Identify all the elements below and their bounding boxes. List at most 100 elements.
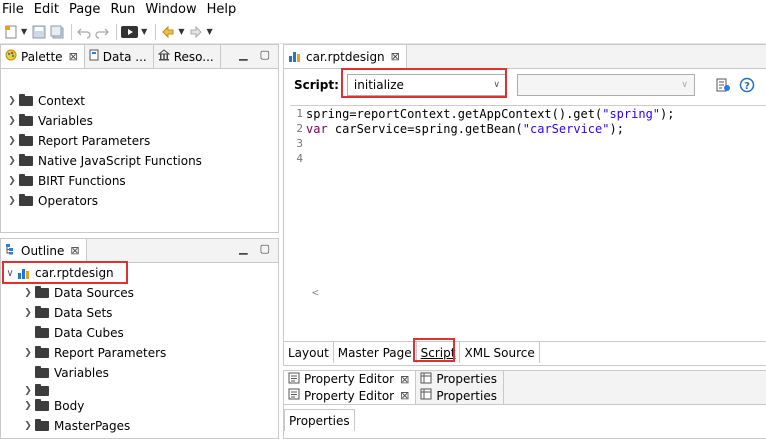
- new-icon[interactable]: [3, 23, 19, 41]
- maximize-icon[interactable]: ▢: [260, 48, 270, 61]
- close-icon[interactable]: ⊠: [400, 373, 409, 386]
- outline-item-data-sources[interactable]: ❯ Data Sources: [1, 283, 278, 303]
- editor-panel: car.rptdesign ⊠ Script: initialize ∨ ∨ ?: [283, 44, 766, 366]
- palette-window-controls: ▁ ▢: [239, 48, 270, 61]
- tab-property-editor[interactable]: Property Editor ⊠: [284, 387, 417, 404]
- tab-properties[interactable]: Properties: [416, 371, 504, 388]
- code-text: spring=reportContext.getAppContext().get…: [306, 106, 603, 121]
- folder-icon: [19, 94, 33, 106]
- outline-item-variables[interactable]: Variables: [1, 363, 278, 383]
- outline-item-partially-hidden: ❯: [1, 383, 278, 396]
- tab-data-explorer[interactable]: Data ...: [85, 45, 154, 68]
- minimize-icon[interactable]: ▁: [239, 48, 247, 61]
- chevron-right-icon[interactable]: ❯: [21, 401, 35, 411]
- properties-icon: [420, 388, 432, 403]
- chevron-right-icon[interactable]: ❯: [21, 308, 35, 318]
- editor-bottom-tabs: Layout Master Page Script XML Source: [284, 341, 766, 363]
- tab-property-editor-label: Property Editor: [304, 372, 395, 387]
- tab-resource-explorer[interactable]: Reso...: [154, 45, 221, 68]
- tab-editor-file[interactable]: car.rptdesign ⊠: [284, 45, 407, 68]
- menu-file[interactable]: File: [0, 0, 29, 20]
- undo-icon[interactable]: [76, 23, 92, 41]
- menu-help[interactable]: Help: [202, 0, 242, 20]
- minimize-icon[interactable]: ▁: [239, 242, 247, 255]
- palette-item-context[interactable]: ❯ Context: [5, 91, 278, 111]
- outline-item-data-cubes[interactable]: Data Cubes: [1, 323, 278, 343]
- chevron-right-icon[interactable]: ❯: [21, 348, 35, 358]
- outline-item-report-parameters[interactable]: ❯ Report Parameters: [1, 343, 278, 363]
- palette-item-native-js-functions[interactable]: ❯ Native JavaScript Functions: [5, 151, 278, 171]
- outline-item-label: Data Sets: [54, 306, 113, 320]
- folder-icon: [35, 346, 49, 358]
- save-icon[interactable]: [31, 23, 47, 41]
- chevron-right-icon[interactable]: ❯: [21, 421, 35, 431]
- close-icon[interactable]: ⊠: [70, 244, 79, 257]
- palette-item-variables[interactable]: ❯ Variables: [5, 111, 278, 131]
- line-number: 3: [296, 137, 303, 150]
- script-code-editor[interactable]: 1 spring=reportContext.getAppContext().g…: [290, 105, 766, 311]
- redo-icon[interactable]: [94, 23, 110, 41]
- palette-item-label: Context: [38, 94, 86, 108]
- outline-item-label: Data Sources: [54, 286, 134, 300]
- tab-master-page[interactable]: Master Page: [334, 342, 417, 363]
- palette-item-birt-functions[interactable]: ❯ BIRT Functions: [5, 171, 278, 191]
- tab-xml-source[interactable]: XML Source: [460, 342, 540, 363]
- dropdown-arrow-icon[interactable]: ▼: [21, 27, 27, 36]
- script-function-icon[interactable]: [715, 77, 731, 93]
- close-icon[interactable]: ⊠: [69, 50, 78, 63]
- outline-item-masterpages[interactable]: ❯ MasterPages: [1, 416, 278, 436]
- run-icon[interactable]: [121, 23, 139, 41]
- forward-icon[interactable]: [188, 23, 204, 41]
- code-text: carService=spring.getBean(: [327, 121, 523, 136]
- tab-properties-label: Properties: [436, 372, 497, 387]
- chevron-right-icon[interactable]: ❯: [5, 176, 19, 186]
- chevron-right-icon[interactable]: ❯: [5, 196, 19, 206]
- subtab-properties[interactable]: Properties: [284, 409, 355, 431]
- tab-property-editor[interactable]: Property Editor ⊠: [284, 371, 417, 388]
- outline-item-label: Report Parameters: [54, 346, 167, 360]
- palette-item-operators[interactable]: ❯ Operators: [5, 191, 278, 211]
- tab-script[interactable]: Script: [416, 342, 461, 363]
- resource-explorer-icon: [157, 49, 171, 64]
- palette-item-report-parameters[interactable]: ❯ Report Parameters: [5, 131, 278, 151]
- help-icon[interactable]: ?: [739, 77, 755, 93]
- chevron-right-icon[interactable]: ❯: [21, 288, 35, 298]
- menu-run[interactable]: Run: [105, 0, 140, 20]
- outline-root[interactable]: ∨ car.rptdesign: [1, 263, 278, 283]
- folder-icon: [35, 384, 49, 396]
- line-number: 1: [296, 107, 303, 120]
- close-icon[interactable]: ⊠: [400, 389, 409, 402]
- back-icon[interactable]: [160, 23, 176, 41]
- menu-window[interactable]: Window: [140, 0, 201, 20]
- chevron-right-icon[interactable]: ❯: [5, 116, 19, 126]
- tab-palette[interactable]: Palette ⊠: [1, 45, 85, 68]
- forward-dropdown-arrow-icon[interactable]: ▼: [206, 27, 212, 36]
- outline-item-data-sets[interactable]: ❯ Data Sets: [1, 303, 278, 323]
- palette-item-label: BIRT Functions: [38, 174, 126, 188]
- chevron-right-icon[interactable]: ❯: [5, 96, 19, 106]
- outline-item-body[interactable]: ❯ Body: [1, 396, 278, 416]
- tab-properties-label: Properties: [436, 388, 497, 403]
- tab-outline-label: Outline: [21, 243, 65, 258]
- save-all-icon[interactable]: [49, 23, 65, 41]
- back-dropdown-arrow-icon[interactable]: ▼: [178, 27, 184, 36]
- script-method-select[interactable]: ∨: [516, 74, 695, 96]
- toolbar-separator: [155, 23, 157, 40]
- chevron-right-icon[interactable]: ❯: [5, 156, 19, 166]
- menu-page[interactable]: Page: [64, 0, 105, 20]
- script-event-select[interactable]: initialize ∨: [346, 74, 507, 96]
- menu-edit[interactable]: Edit: [29, 0, 64, 20]
- tab-outline[interactable]: Outline ⊠: [1, 239, 87, 262]
- chevron-down-icon[interactable]: ∨: [3, 268, 17, 279]
- property-panel: Property Editor ⊠ Properties Property Ed…: [283, 370, 766, 439]
- close-icon[interactable]: ⊠: [391, 50, 400, 63]
- tab-properties[interactable]: Properties: [416, 387, 504, 404]
- folder-icon: [35, 399, 49, 411]
- scroll-left-icon[interactable]: <: [312, 286, 319, 299]
- outline-root-label: car.rptdesign: [35, 266, 114, 280]
- run-dropdown-arrow-icon[interactable]: ▼: [141, 27, 147, 36]
- tab-layout[interactable]: Layout: [284, 342, 334, 363]
- maximize-icon[interactable]: ▢: [260, 242, 270, 255]
- chevron-right-icon[interactable]: ❯: [5, 136, 19, 146]
- chevron-right-icon[interactable]: ❯: [21, 386, 35, 396]
